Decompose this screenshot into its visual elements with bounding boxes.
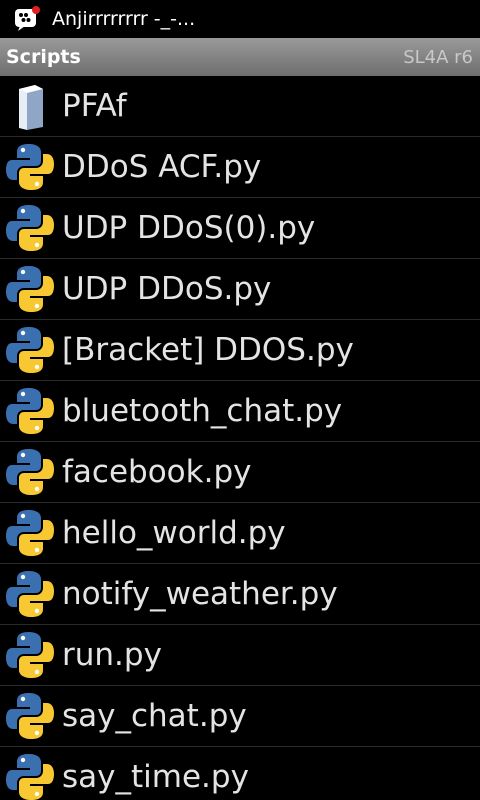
python-icon: [5, 203, 55, 253]
python-icon: [5, 508, 55, 558]
list-item-label: DDoS ACF.py: [62, 149, 262, 185]
list-item-label: UDP DDoS.py: [62, 271, 272, 307]
list-item[interactable]: UDP DDoS.py: [0, 259, 480, 320]
python-icon: [5, 264, 55, 314]
list-item[interactable]: [Bracket] DDOS.py: [0, 320, 480, 381]
folder-icon: [5, 81, 55, 131]
python-icon: [5, 752, 55, 800]
list-item-label: say_chat.py: [62, 698, 247, 734]
list-item-label: [Bracket] DDOS.py: [62, 332, 354, 368]
list-item-label: hello_world.py: [62, 515, 286, 551]
status-bar: Anjirrrrrrrr -_-...: [0, 0, 480, 38]
list-item[interactable]: bluetooth_chat.py: [0, 381, 480, 442]
list-item[interactable]: say_time.py: [0, 747, 480, 800]
list-item[interactable]: run.py: [0, 625, 480, 686]
title-bar: Scripts SL4A r6: [0, 38, 480, 76]
script-list[interactable]: PFAf DDoS ACF.py UDP DDoS(0).py UDP DDoS…: [0, 76, 480, 800]
list-item-label: bluetooth_chat.py: [62, 393, 343, 429]
list-item-label: say_time.py: [62, 759, 249, 795]
python-icon: [5, 325, 55, 375]
python-icon: [5, 386, 55, 436]
list-item[interactable]: UDP DDoS(0).py: [0, 198, 480, 259]
list-item-label: run.py: [62, 637, 162, 673]
list-item-label: UDP DDoS(0).py: [62, 210, 316, 246]
list-item[interactable]: PFAf: [0, 76, 480, 137]
list-item[interactable]: notify_weather.py: [0, 564, 480, 625]
version-label: SL4A r6: [403, 46, 473, 68]
python-icon: [5, 691, 55, 741]
python-icon: [5, 142, 55, 192]
list-item[interactable]: facebook.py: [0, 442, 480, 503]
list-item-label: facebook.py: [62, 454, 252, 490]
list-item[interactable]: say_chat.py: [0, 686, 480, 747]
python-icon: [5, 569, 55, 619]
list-item-label: notify_weather.py: [62, 576, 338, 612]
notification-text[interactable]: Anjirrrrrrrr -_-...: [52, 8, 195, 30]
python-icon: [5, 447, 55, 497]
page-title: Scripts: [6, 46, 81, 68]
list-item[interactable]: hello_world.py: [0, 503, 480, 564]
list-item-label: PFAf: [62, 88, 127, 124]
python-icon: [5, 630, 55, 680]
bbm-icon[interactable]: [14, 6, 40, 32]
list-item[interactable]: DDoS ACF.py: [0, 137, 480, 198]
